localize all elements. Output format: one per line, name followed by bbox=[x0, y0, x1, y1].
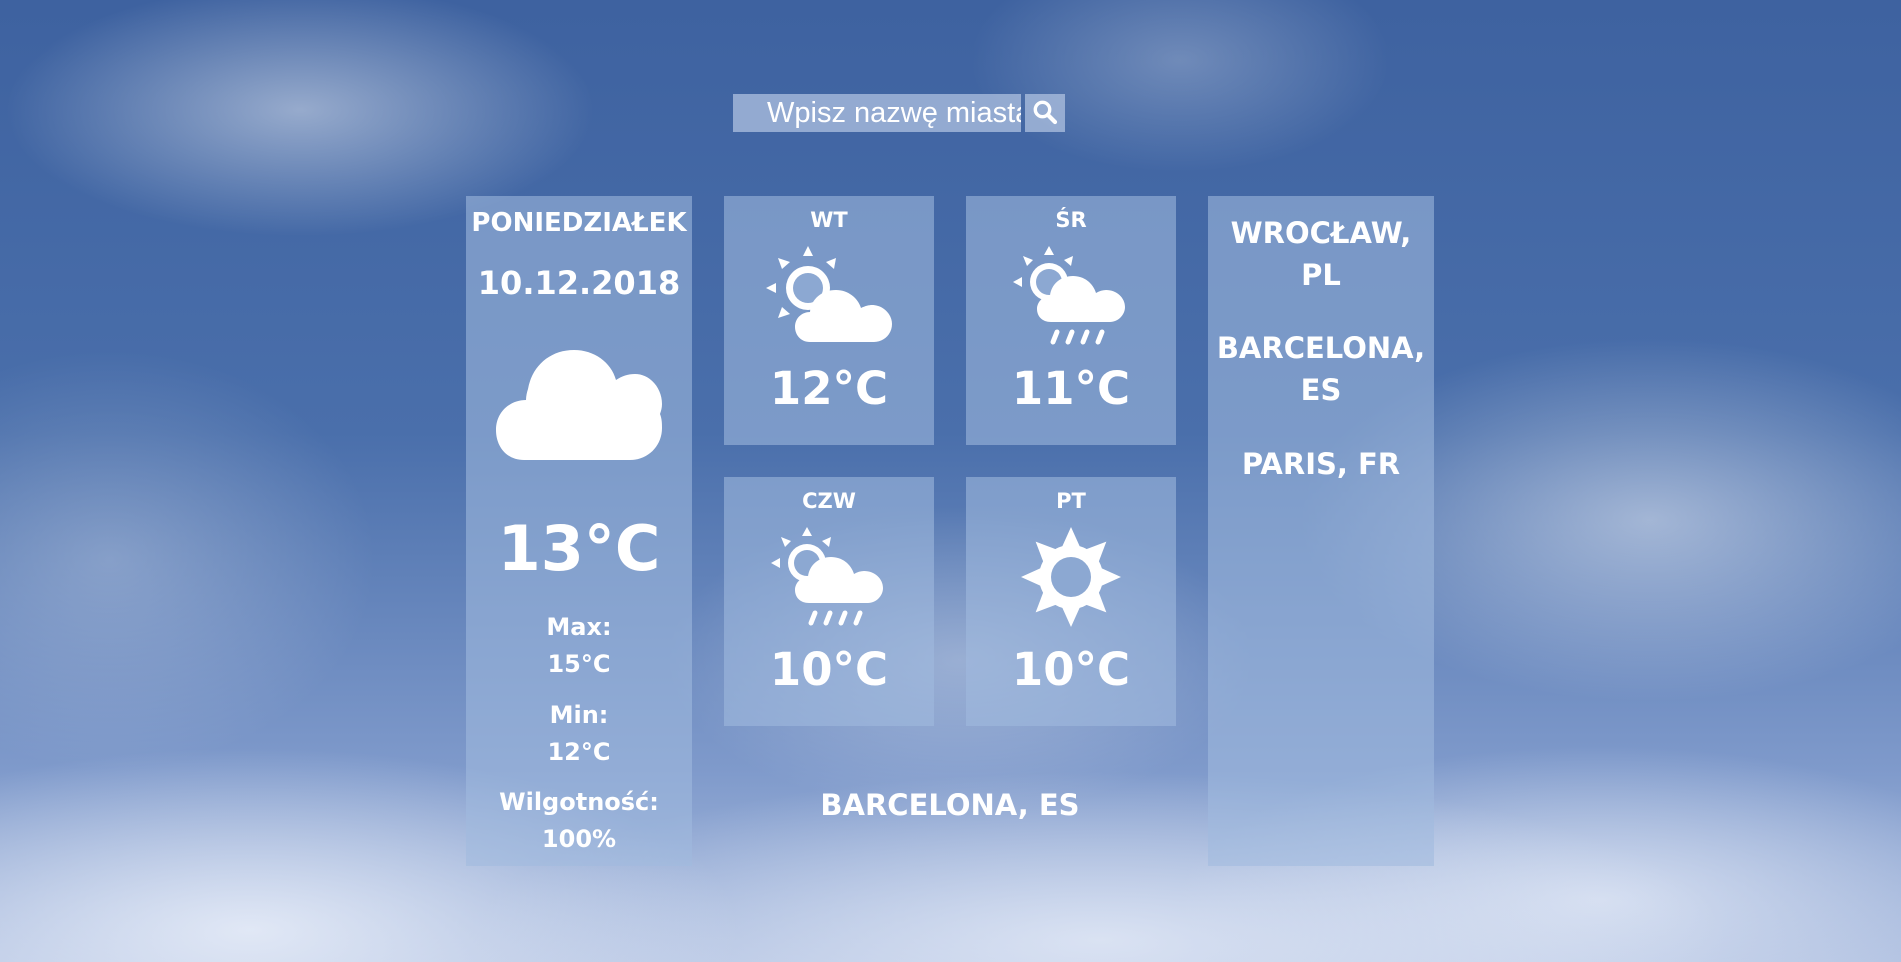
forecast-temperature: 10°C bbox=[769, 643, 889, 696]
partly-cloudy-icon bbox=[724, 244, 934, 344]
min-label: Min: bbox=[549, 701, 609, 729]
sun-cloud-rain-icon bbox=[724, 525, 934, 629]
current-city-label: BARCELONA, ES bbox=[820, 788, 1080, 822]
forecast-tile-wt: WT 12°C bbox=[724, 196, 934, 445]
max-value: 15°C bbox=[547, 650, 611, 678]
forecast-day: CZW bbox=[802, 489, 856, 513]
today-day-name: PONIEDZIAŁEK bbox=[471, 208, 687, 238]
today-temperature: 13°C bbox=[497, 512, 661, 585]
today-panel: PONIEDZIAŁEK 10.12.2018 13°C Max: 15°C M… bbox=[466, 196, 692, 866]
sun-cloud-rain-icon bbox=[966, 244, 1176, 348]
today-date: 10.12.2018 bbox=[477, 264, 681, 302]
city-name: PARIS, FR bbox=[1241, 447, 1401, 481]
forecast-tile-pt: PT 10°C bbox=[966, 477, 1176, 726]
min-value: 12°C bbox=[547, 738, 611, 766]
humidity-value: 100% bbox=[541, 825, 617, 853]
max-label: Max: bbox=[546, 613, 612, 641]
cloud-icon bbox=[496, 346, 662, 466]
sun-icon bbox=[966, 525, 1176, 629]
forecast-day: WT bbox=[810, 208, 848, 232]
forecast-tile-sr: ŚR 11°C bbox=[966, 196, 1176, 445]
saved-cities-panel: WROCŁAW, PL BARCELONA, ES PARIS, FR bbox=[1208, 196, 1434, 866]
city-name: WROCŁAW, bbox=[1230, 216, 1412, 250]
city-country: PL bbox=[1301, 258, 1341, 292]
forecast-temperature: 12°C bbox=[769, 362, 889, 415]
city-country: ES bbox=[1300, 373, 1342, 407]
forecast-day: PT bbox=[1056, 489, 1086, 513]
city-search-input[interactable] bbox=[733, 94, 1021, 132]
humidity-label: Wilgotność: bbox=[499, 788, 659, 816]
search-bar bbox=[733, 94, 1065, 132]
forecast-temperature: 10°C bbox=[1011, 643, 1131, 696]
city-name: BARCELONA, bbox=[1216, 331, 1426, 365]
city-item-wroclaw[interactable]: WROCŁAW, PL bbox=[1208, 212, 1434, 296]
forecast-tile-czw: CZW 10°C bbox=[724, 477, 934, 726]
city-item-paris[interactable]: PARIS, FR bbox=[1208, 443, 1434, 485]
city-item-barcelona[interactable]: BARCELONA, ES bbox=[1208, 327, 1434, 411]
search-button[interactable] bbox=[1025, 94, 1065, 132]
search-icon bbox=[1032, 99, 1058, 128]
forecast-temperature: 11°C bbox=[1011, 362, 1131, 415]
forecast-day: ŚR bbox=[1055, 208, 1087, 232]
